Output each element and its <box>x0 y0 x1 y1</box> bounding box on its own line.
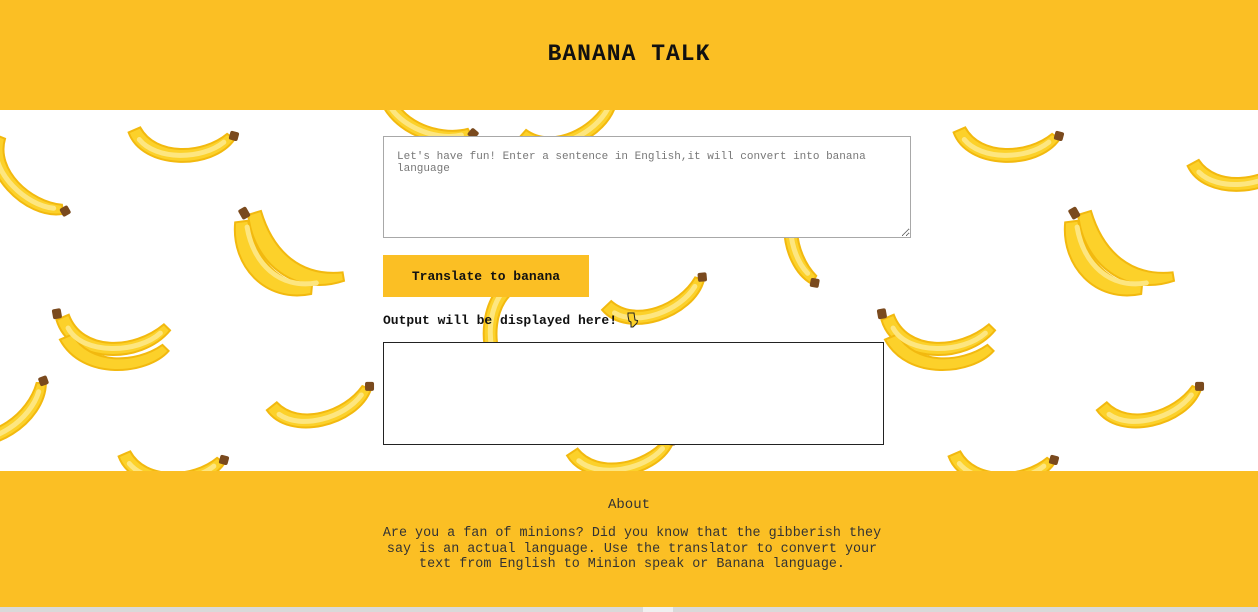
banana-icon <box>948 443 1061 471</box>
about-heading: About <box>607 497 650 513</box>
footer: About Are you a fan of minions? Did you … <box>0 471 1258 607</box>
banana-icon <box>1095 369 1212 443</box>
banana-icon <box>52 290 176 381</box>
banana-icon <box>128 119 241 167</box>
banana-icon <box>118 443 231 471</box>
banana-icon <box>0 364 62 464</box>
output-box <box>383 342 884 445</box>
banana-icon <box>1187 143 1258 200</box>
main-section: Translate to banana Output will be displ… <box>0 110 1258 471</box>
banana-icon <box>0 131 80 231</box>
banana-icon <box>953 119 1066 167</box>
scrollbar-thumb[interactable] <box>643 607 673 612</box>
page-title: BANANA TALK <box>547 41 711 67</box>
about-description: Are you a fan of minions? Did you know t… <box>382 526 882 572</box>
banana-icon <box>219 181 346 320</box>
banana-icon <box>1049 181 1176 320</box>
horizontal-scrollbar[interactable] <box>0 607 1258 612</box>
translate-button[interactable]: Translate to banana <box>383 255 589 297</box>
output-label: Output will be displayed here! <box>383 312 618 328</box>
banana-icon <box>265 369 382 443</box>
pointing-hand-down-icon <box>627 312 639 328</box>
english-input[interactable] <box>383 136 911 238</box>
output-label-row: Output will be displayed here! <box>383 312 639 328</box>
header: BANANA TALK <box>0 0 1258 110</box>
banana-icon <box>877 290 1001 381</box>
banana-icon <box>600 260 716 341</box>
